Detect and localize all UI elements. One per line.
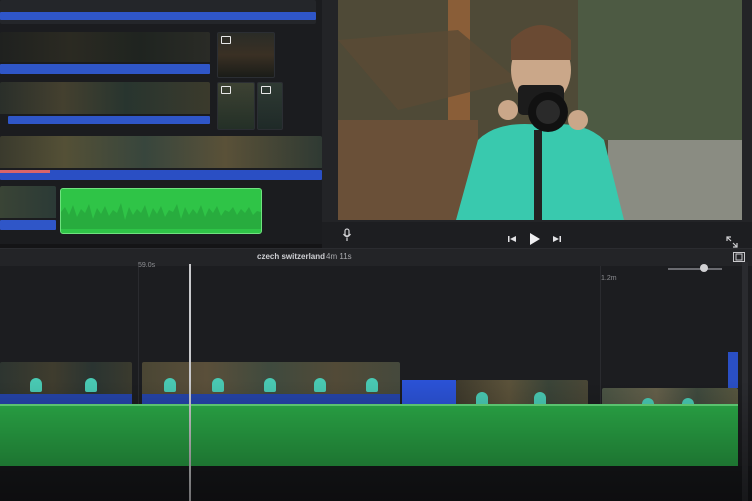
browser-clip[interactable] — [217, 32, 275, 78]
clip-subject — [164, 378, 176, 392]
clip-selection-bar — [0, 220, 56, 230]
project-duration: 4m 11s — [326, 252, 352, 261]
audio-clip[interactable] — [60, 188, 262, 234]
browser-clip[interactable] — [0, 82, 210, 126]
clip-thumbnail — [0, 136, 322, 168]
browser-clip[interactable] — [0, 136, 322, 182]
camera-icon — [221, 36, 231, 44]
clip-subject — [30, 378, 42, 392]
clip-thumbnail — [0, 32, 210, 62]
preview-image — [338, 0, 742, 220]
audio-waveform — [61, 203, 261, 229]
browser-clip[interactable] — [0, 186, 56, 232]
clip-thumbnail — [0, 82, 210, 114]
play-icon[interactable] — [529, 232, 541, 246]
clip-selection-bar — [8, 116, 210, 124]
clip-subject — [212, 378, 224, 392]
clip-subject — [314, 378, 326, 392]
clip-frames — [142, 362, 400, 394]
timeline-scrollbar[interactable] — [742, 262, 748, 501]
zoom-slider[interactable] — [668, 268, 722, 270]
timeline-tick: 1.2m — [601, 275, 617, 282]
zoom-slider-knob[interactable] — [700, 264, 708, 272]
browser-clip[interactable] — [0, 32, 210, 76]
clip-selection-bar — [0, 12, 316, 20]
browser-clip[interactable] — [0, 0, 316, 24]
music-track[interactable] — [0, 406, 738, 466]
camera-icon — [221, 86, 231, 94]
skip-forward-icon[interactable] — [552, 234, 562, 244]
clip-frames — [0, 362, 132, 394]
timeline-clip[interactable] — [728, 352, 738, 388]
clip-thumbnail — [0, 186, 56, 218]
timeline-empty-area — [0, 466, 752, 501]
media-browser — [0, 0, 322, 244]
camera-icon — [261, 86, 271, 94]
timeline-toolbar: czech switzerland 4m 11s — [0, 248, 752, 267]
filmstrip-icon[interactable] — [733, 252, 745, 262]
timeline-tick: 59.0s — [138, 262, 156, 269]
timeline-clip[interactable] — [142, 362, 400, 410]
microphone-icon[interactable] — [342, 228, 352, 242]
clip-selection-bar — [0, 64, 210, 74]
project-title: czech switzerland — [257, 252, 326, 261]
clip-subject — [85, 378, 97, 392]
browser-clip[interactable] — [217, 82, 255, 130]
clip-marker — [0, 170, 50, 173]
viewer-preview — [338, 0, 742, 220]
timeline-clip[interactable] — [0, 362, 132, 410]
clip-subject — [264, 378, 276, 392]
expand-icon[interactable] — [726, 236, 738, 248]
playhead[interactable] — [189, 264, 191, 501]
browser-clip[interactable] — [257, 82, 283, 130]
skip-back-icon[interactable] — [507, 234, 517, 244]
clip-subject — [366, 378, 378, 392]
